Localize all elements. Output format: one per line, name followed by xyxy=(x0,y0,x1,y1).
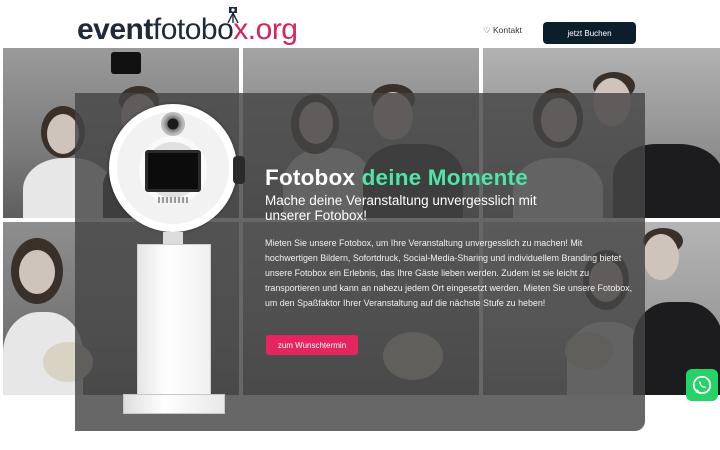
hero-title-accent: deine Momente xyxy=(361,165,528,190)
fotobox-speaker xyxy=(158,197,188,203)
hero-title-main: Fotobox xyxy=(265,165,356,190)
logo-event-text: event xyxy=(77,13,153,46)
hero-subtitle: Mache deine Veranstaltung unvergesslich … xyxy=(265,193,537,223)
fotobox-handle xyxy=(233,156,245,184)
logo-fotobo-text: fotobo xyxy=(152,13,234,46)
hero-title: Fotobox deine Momente xyxy=(265,165,528,191)
tripod-camera-icon xyxy=(227,7,239,23)
whatsapp-button[interactable] xyxy=(686,369,718,401)
hero-body-text: Mieten Sie unsere Fotobox, um Ihre Veran… xyxy=(265,238,633,308)
fotobox-base xyxy=(123,394,225,414)
page: event fotobo x.org ♡ Kontakt jetzt Buche… xyxy=(0,0,720,450)
fotobox-pillar xyxy=(137,244,211,402)
fotobox-camera-lens xyxy=(161,112,185,136)
zum-wunschtermin-button[interactable]: zum Wunschtermin xyxy=(266,335,358,355)
whatsapp-icon xyxy=(692,375,712,395)
fotobox-device-image xyxy=(103,104,249,416)
site-logo[interactable]: event fotobo x.org xyxy=(77,7,298,46)
jetzt-buchen-button[interactable]: jetzt Buchen xyxy=(543,22,636,44)
site-header: event fotobo x.org ♡ Kontakt jetzt Buche… xyxy=(0,0,720,48)
nav-kontakt-link[interactable]: ♡ Kontakt xyxy=(483,25,522,36)
logo-org-text: x.org xyxy=(233,13,298,46)
fotobox-screen xyxy=(145,150,201,192)
